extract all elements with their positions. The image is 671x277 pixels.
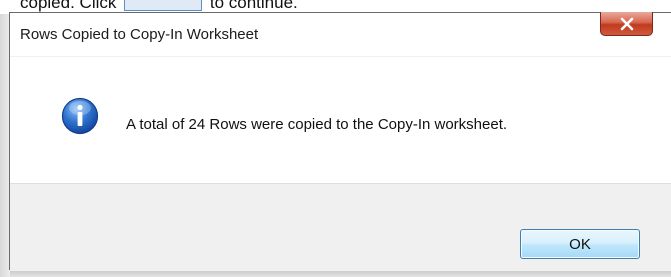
message-dialog: Rows Copied to Copy-In Worksheet A total…	[9, 12, 671, 271]
dialog-message: A total of 24 Rows were copied to the Co…	[126, 116, 508, 133]
info-icon	[61, 97, 99, 135]
dialog-title: Rows Copied to Copy-In Worksheet	[20, 26, 259, 43]
background-text-after: to continue.	[209, 0, 298, 12]
ok-button[interactable]: OK	[520, 229, 640, 259]
background-text-before: copied. Click	[20, 0, 117, 12]
button-area: OK	[10, 183, 671, 271]
background-inline-button	[124, 0, 203, 11]
background-bottom-shadow	[10, 270, 671, 277]
close-icon	[620, 17, 633, 30]
close-button[interactable]	[600, 12, 653, 36]
title-bar[interactable]: Rows Copied to Copy-In Worksheet	[10, 12, 671, 56]
dialog-content: A total of 24 Rows were copied to the Co…	[10, 56, 671, 183]
